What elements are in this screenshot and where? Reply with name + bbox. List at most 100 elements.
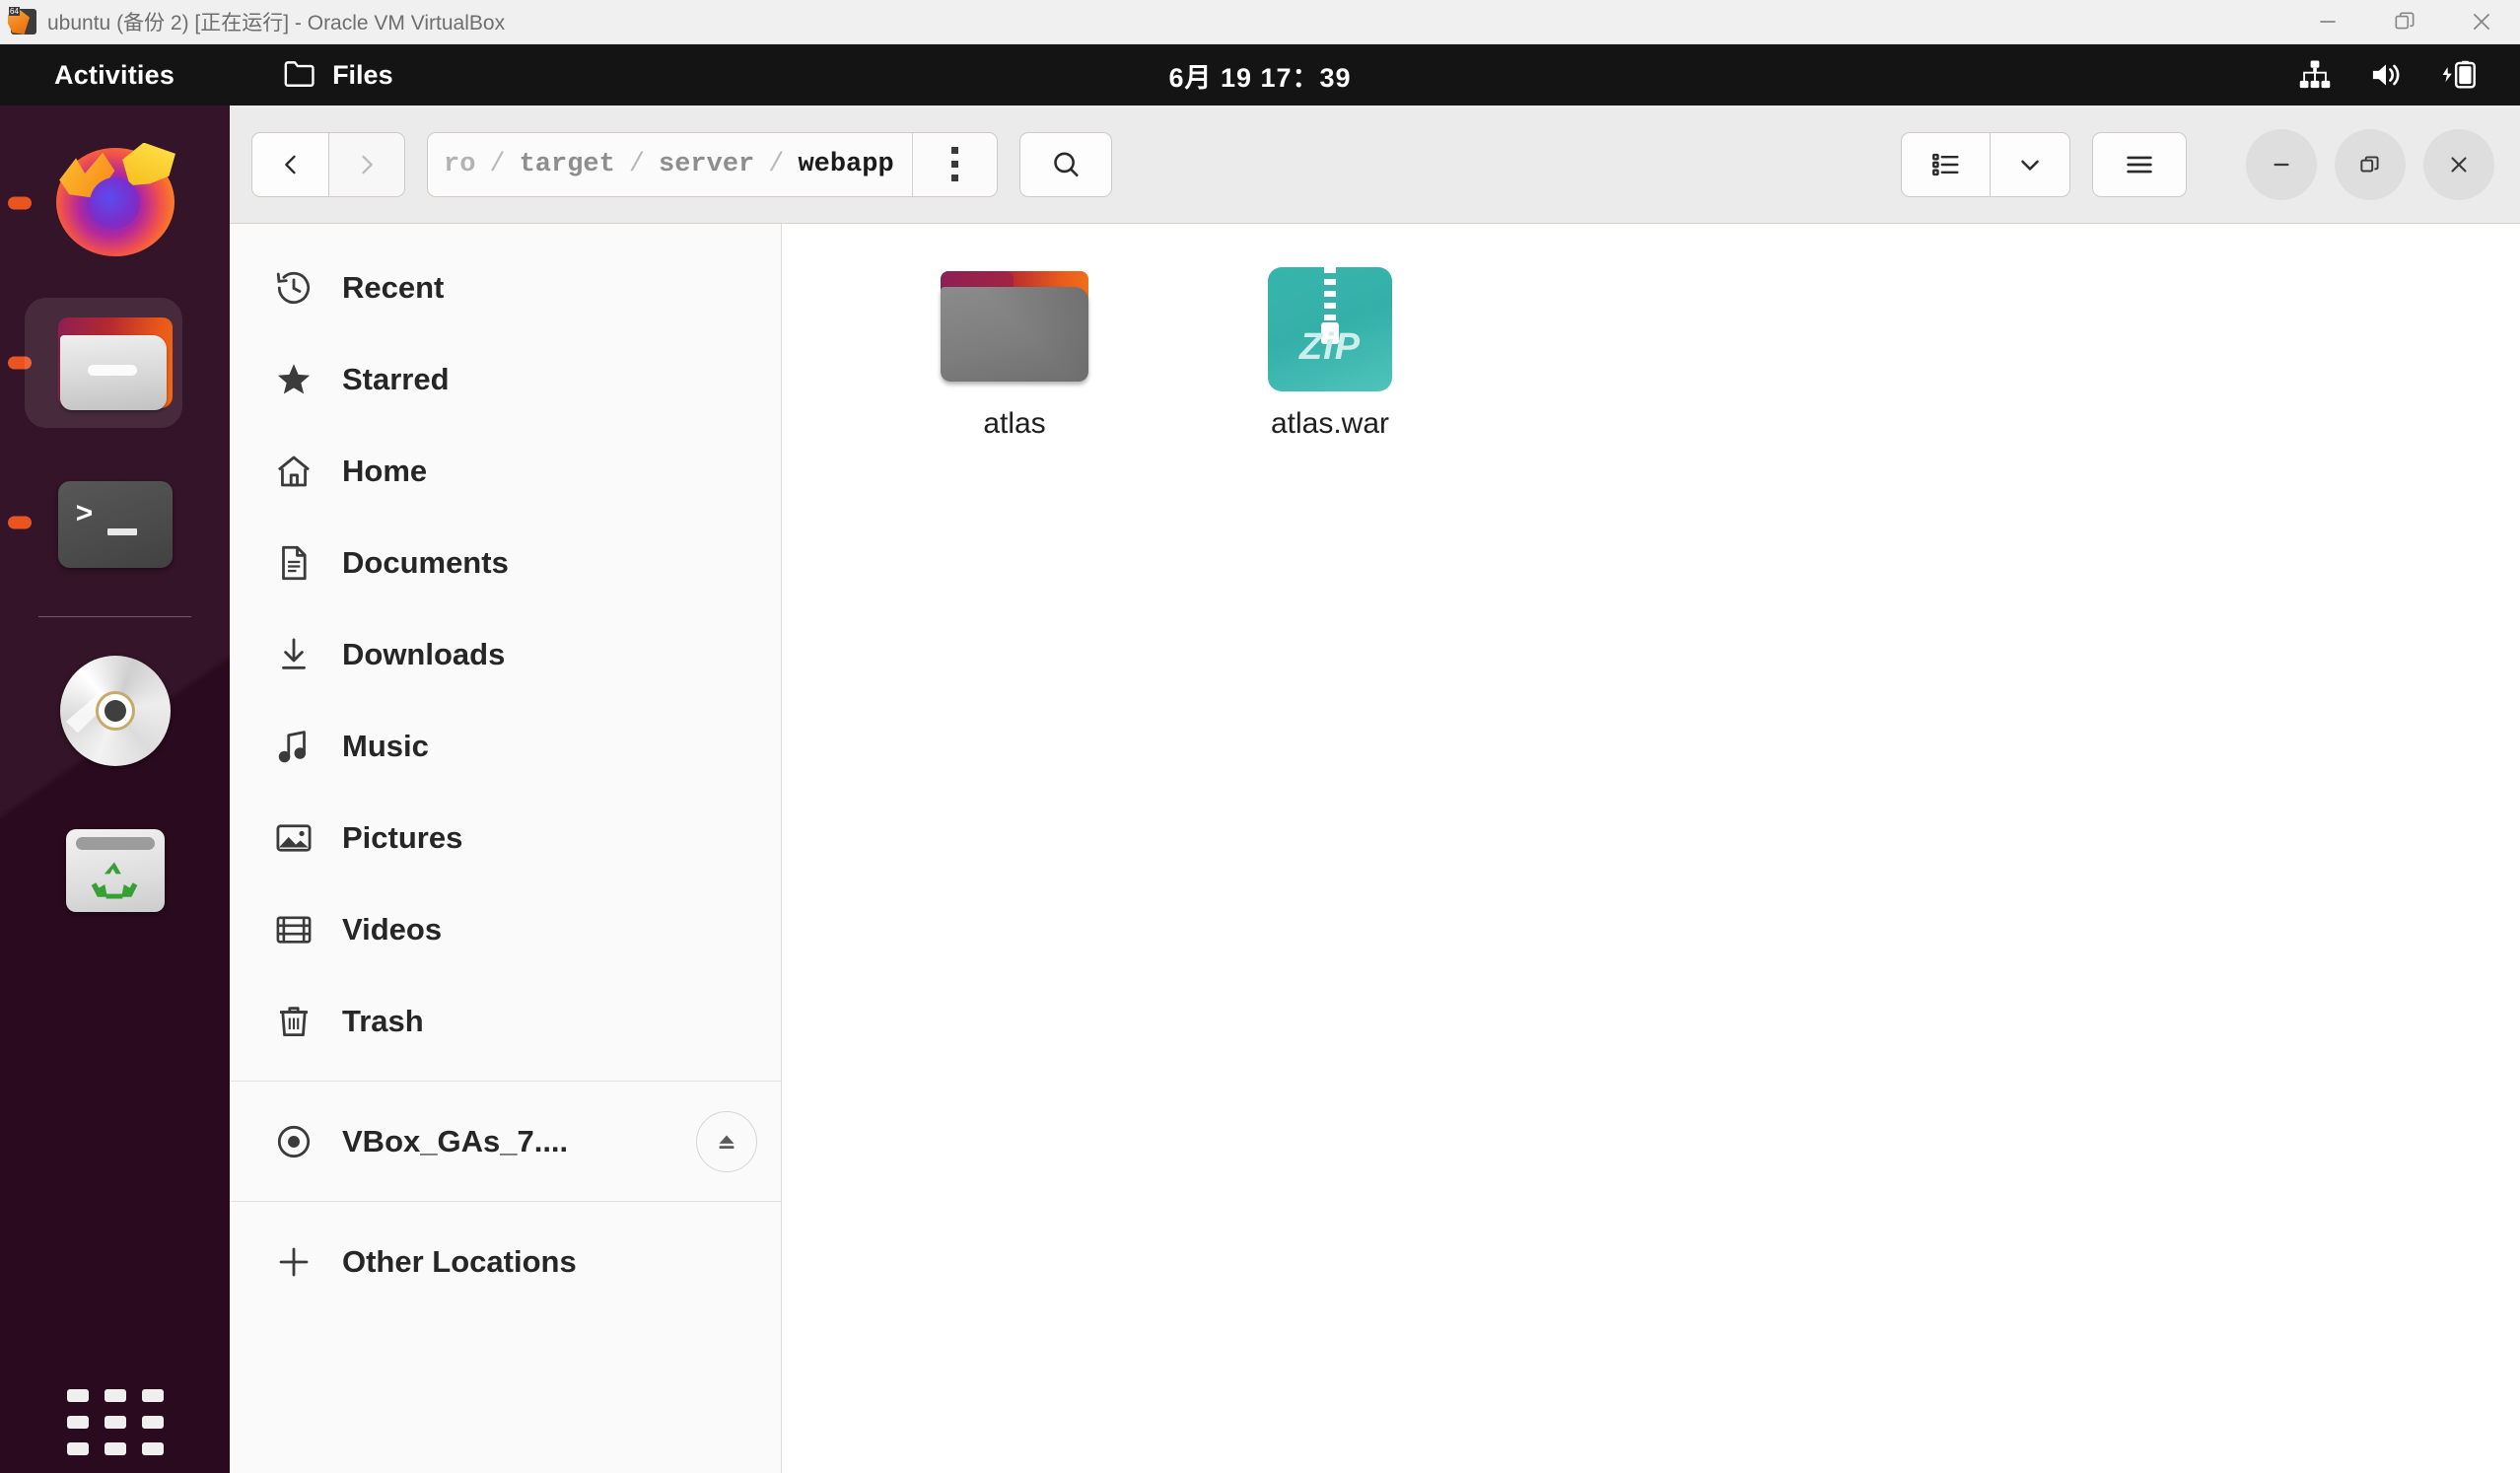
file-item-archive[interactable]: ZiP atlas.war [1172,257,1488,441]
list-view-button[interactable] [1901,131,1990,197]
guest-screen: Activities Files 6月 19 17：39 > ro / targ… [0,44,2520,1473]
file-item-folder[interactable]: atlas [857,257,1172,441]
virtualbox-window-controls [2289,0,2520,43]
breadcrumb-item-2[interactable]: server [659,150,754,179]
optical-disc-icon [273,1121,315,1162]
show-applications-button[interactable] [0,1364,230,1473]
terminal-icon: > [52,459,178,586]
path-bar: ro / target / server / webapp [427,131,998,197]
sidebar-label: Videos [342,911,443,947]
dock-item-trash[interactable] [0,791,230,950]
dock-separator [38,616,191,617]
navigation-buttons [251,131,405,197]
volume-icon [2368,59,2404,91]
files-window-controls [2246,128,2494,200]
sidebar-item-music[interactable]: Music [230,700,781,792]
sidebar-item-starred[interactable]: Starred [230,333,781,425]
sidebar-item-videos[interactable]: Videos [230,883,781,975]
files-content-view[interactable]: atlas ZiP atlas.war CSDN @ [782,224,2520,1473]
window-minimize-icon[interactable] [2246,128,2317,200]
window-close-icon[interactable] [2423,128,2494,200]
star-icon [273,359,315,400]
sidebar-label: Downloads [342,636,506,671]
sidebar-item-pictures[interactable]: Pictures [230,792,781,883]
zip-badge-label: ZiP [1298,326,1362,368]
breadcrumb-item-0[interactable]: ro [444,150,475,179]
film-icon [273,909,315,950]
sidebar-label: Trash [342,1003,424,1038]
dock-item-files[interactable] [0,283,230,443]
zip-icon: ZiP [1246,265,1414,395]
search-button[interactable] [1018,131,1112,197]
dock-item-terminal[interactable]: > [0,443,230,602]
sidebar-item-documents[interactable]: Documents [230,517,781,608]
virtualbox-window: 64 ubuntu (备份 2) [正在运行] - Oracle VM Virt… [0,0,2520,1473]
virtualbox-titlebar: 64 ubuntu (备份 2) [正在运行] - Oracle VM Virt… [0,0,2520,44]
sidebar-label: Documents [342,544,509,580]
breadcrumb-separator: / [628,149,646,179]
sidebar-label: Recent [342,269,445,305]
eject-button[interactable] [696,1110,757,1172]
network-wired-icon [2297,59,2333,91]
vbox-close-icon[interactable] [2443,0,2520,44]
path-options-button[interactable] [911,132,997,196]
breadcrumb-item-3[interactable]: webapp [798,150,893,179]
sidebar-label: Pictures [342,819,463,855]
firefox-icon [52,140,178,266]
sidebar-item-home[interactable]: Home [230,425,781,517]
file-label: atlas [983,407,1046,440]
sidebar-divider [230,1201,781,1202]
virtualbox-logo-badge: 64 [9,7,20,16]
breadcrumb-separator: / [489,149,506,179]
activities-button[interactable]: Activities [54,60,175,91]
dock-item-firefox[interactable] [0,123,230,283]
files-window: ro / target / server / webapp Recent Sta… [230,105,2520,1473]
trash-icon [273,1001,315,1042]
virtualbox-logo-icon: 64 [8,7,37,36]
sidebar-item-recent[interactable]: Recent [230,242,781,333]
virtualbox-title-text: ubuntu (备份 2) [正在运行] - Oracle VM Virtual… [47,12,506,35]
files-body: Recent Starred Home Documents Downloads … [230,224,2520,1473]
document-icon [273,542,315,584]
gnome-system-tray[interactable] [2297,44,2479,105]
clock-history-icon [273,267,315,309]
app-menu-files[interactable]: Files [283,58,393,93]
trash-icon [52,807,178,934]
ubuntu-dock: > [0,105,230,1473]
vertical-dots-icon [950,147,958,181]
files-header-bar: ro / target / server / webapp [230,105,2520,224]
sidebar-label: VBox_GAs_7.... [342,1123,569,1158]
sidebar-label: Other Locations [342,1243,577,1279]
back-button[interactable] [251,131,328,197]
vbox-restore-icon[interactable] [2366,0,2443,44]
folder-icon [283,58,316,93]
sidebar-label: Home [342,453,428,488]
gnome-top-bar: Activities Files 6月 19 17：39 [0,44,2520,105]
music-note-icon [273,726,315,767]
sidebar-label: Starred [342,361,450,396]
dock-item-cd-drive[interactable] [0,631,230,791]
breadcrumb-item-1[interactable]: target [520,150,615,179]
running-indicator [8,516,32,529]
sidebar-item-vbox-guest-additions[interactable]: VBox_GAs_7.... [230,1095,781,1187]
view-options-dropdown[interactable] [1990,131,2070,197]
files-icon [52,300,178,426]
sidebar-item-trash[interactable]: Trash [230,975,781,1067]
main-menu-button[interactable] [2092,131,2187,197]
file-label: atlas.war [1270,407,1390,440]
vbox-minimize-icon[interactable] [2289,0,2366,44]
file-grid: atlas ZiP atlas.war [857,257,2520,441]
breadcrumb[interactable]: ro / target / server / webapp [428,133,912,196]
clock-text: 6月 19 17：39 [1168,62,1352,93]
sidebar-divider [230,1081,781,1082]
sidebar-item-downloads[interactable]: Downloads [230,608,781,700]
optical-disc-icon [52,648,178,774]
sidebar-label: Music [342,728,429,763]
forward-button[interactable] [328,131,405,197]
breadcrumb-separator: / [768,149,785,179]
sidebar-item-other-locations[interactable]: Other Locations [230,1216,781,1307]
folder-icon [931,265,1098,395]
window-restore-icon[interactable] [2335,128,2406,200]
download-icon [273,634,315,675]
running-indicator [8,196,32,210]
